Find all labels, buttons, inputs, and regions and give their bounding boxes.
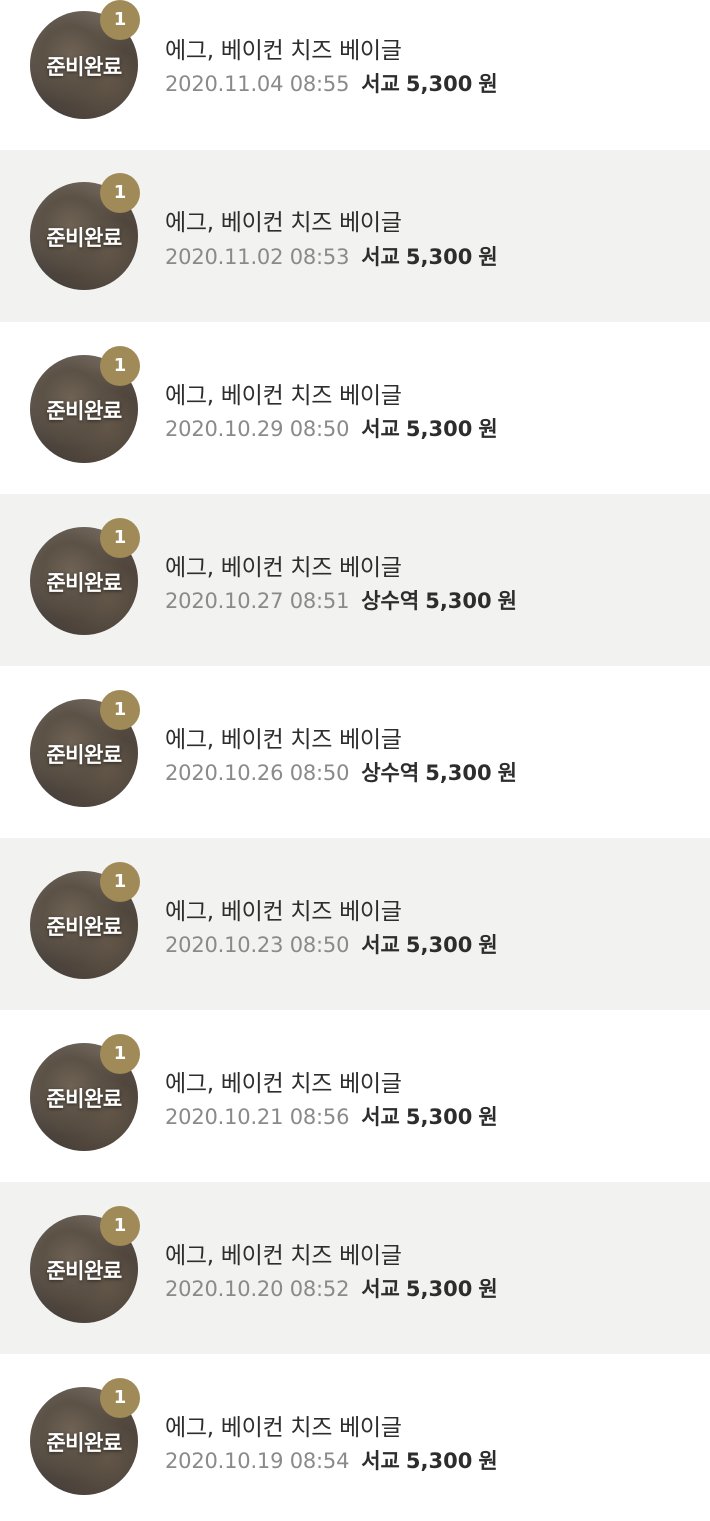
order-status-label: 준비완료: [46, 399, 122, 423]
quantity-badge: 1: [100, 690, 140, 730]
currency-unit: 원: [478, 1277, 498, 1301]
order-row[interactable]: 준비완료 1 에그, 베이컨 치즈 베이글 2020.10.19 08:54 서교…: [0, 1354, 710, 1521]
quantity-badge: 1: [100, 1034, 140, 1074]
order-meta: 2020.10.27 08:51 상수역 5,300 원: [165, 585, 517, 615]
order-datetime: 2020.10.21 08:56: [165, 1105, 350, 1129]
order-row[interactable]: 준비완료 1 에그, 베이컨 치즈 베이글 2020.10.21 08:56 서교…: [0, 1010, 710, 1182]
currency-unit: 원: [497, 589, 517, 613]
currency-unit: 원: [478, 72, 498, 96]
currency-unit: 원: [478, 1449, 498, 1473]
currency-unit: 원: [497, 761, 517, 785]
currency-unit: 원: [478, 933, 498, 957]
order-datetime: 2020.10.19 08:54: [165, 1449, 350, 1473]
store-name: 서교: [361, 933, 400, 957]
order-datetime: 2020.10.27 08:51: [165, 589, 350, 613]
order-price: 5,300: [405, 1277, 473, 1301]
order-datetime: 2020.10.23 08:50: [165, 933, 350, 957]
order-price: 5,300: [405, 245, 473, 269]
order-history-list: 준비완료 1 에그, 베이컨 치즈 베이글 2020.11.04 08:55 서교…: [0, 0, 710, 1521]
order-meta: 2020.10.21 08:56 서교 5,300 원: [165, 1101, 498, 1131]
order-status-label: 준비완료: [46, 571, 122, 595]
order-price: 5,300: [405, 72, 473, 96]
order-meta: 2020.10.20 08:52 서교 5,300 원: [165, 1273, 498, 1303]
order-status-label: 준비완료: [46, 743, 122, 767]
order-price: 5,300: [405, 1105, 473, 1129]
order-row[interactable]: 준비완료 1 에그, 베이컨 치즈 베이글 2020.10.23 08:50 서교…: [0, 838, 710, 1010]
order-status-label: 준비완료: [46, 226, 122, 250]
quantity-badge: 1: [100, 518, 140, 558]
store-name: 서교: [361, 1277, 400, 1301]
item-name: 에그, 베이컨 치즈 베이글: [165, 38, 402, 64]
order-row[interactable]: 준비완료 1 에그, 베이컨 치즈 베이글 2020.10.27 08:51 상수…: [0, 494, 710, 666]
order-meta: 2020.11.02 08:53 서교 5,300 원: [165, 241, 498, 271]
order-meta: 2020.10.26 08:50 상수역 5,300 원: [165, 757, 517, 787]
order-row[interactable]: 준비완료 1 에그, 베이컨 치즈 베이글 2020.10.29 08:50 서교…: [0, 322, 710, 494]
item-name: 에그, 베이컨 치즈 베이글: [165, 210, 402, 236]
store-name: 서교: [361, 72, 400, 96]
currency-unit: 원: [478, 417, 498, 441]
quantity-badge: 1: [100, 173, 140, 213]
order-row[interactable]: 준비완료 1 에그, 베이컨 치즈 베이글 2020.10.26 08:50 상수…: [0, 666, 710, 838]
quantity-badge: 1: [100, 346, 140, 386]
quantity-badge: 1: [100, 1378, 140, 1418]
order-datetime: 2020.11.02 08:53: [165, 245, 350, 269]
order-datetime: 2020.10.20 08:52: [165, 1277, 350, 1301]
order-datetime: 2020.10.29 08:50: [165, 417, 350, 441]
store-name: 서교: [361, 1449, 400, 1473]
order-meta: 2020.10.19 08:54 서교 5,300 원: [165, 1445, 498, 1475]
store-name: 상수역: [361, 589, 420, 613]
order-status-label: 준비완료: [46, 915, 122, 939]
order-meta: 2020.11.04 08:55 서교 5,300 원: [165, 68, 498, 98]
store-name: 상수역: [361, 761, 420, 785]
order-datetime: 2020.11.04 08:55: [165, 72, 350, 96]
quantity-badge: 1: [100, 1206, 140, 1246]
order-status-label: 준비완료: [46, 1259, 122, 1283]
order-row[interactable]: 준비완료 1 에그, 베이컨 치즈 베이글 2020.10.20 08:52 서교…: [0, 1182, 710, 1354]
store-name: 서교: [361, 245, 400, 269]
order-meta: 2020.10.23 08:50 서교 5,300 원: [165, 929, 498, 959]
currency-unit: 원: [478, 1105, 498, 1129]
store-name: 서교: [361, 417, 400, 441]
store-name: 서교: [361, 1105, 400, 1129]
order-price: 5,300: [425, 761, 492, 785]
order-datetime: 2020.10.26 08:50: [165, 761, 350, 785]
item-name: 에그, 베이컨 치즈 베이글: [165, 555, 402, 581]
order-price: 5,300: [405, 1449, 473, 1473]
quantity-badge: 1: [100, 0, 140, 40]
currency-unit: 원: [478, 245, 498, 269]
order-meta: 2020.10.29 08:50 서교 5,300 원: [165, 413, 498, 443]
item-name: 에그, 베이컨 치즈 베이글: [165, 1071, 402, 1097]
item-name: 에그, 베이컨 치즈 베이글: [165, 383, 402, 409]
order-row[interactable]: 준비완료 1 에그, 베이컨 치즈 베이글 2020.11.02 08:53 서교…: [0, 150, 710, 322]
order-price: 5,300: [405, 933, 473, 957]
quantity-badge: 1: [100, 862, 140, 902]
item-name: 에그, 베이컨 치즈 베이글: [165, 727, 402, 753]
order-status-label: 준비완료: [46, 1087, 122, 1111]
order-row[interactable]: 준비완료 1 에그, 베이컨 치즈 베이글 2020.11.04 08:55 서교…: [0, 0, 710, 172]
order-price: 5,300: [405, 417, 473, 441]
order-status-label: 준비완료: [46, 1431, 122, 1455]
item-name: 에그, 베이컨 치즈 베이글: [165, 1243, 402, 1269]
order-price: 5,300: [425, 589, 492, 613]
order-status-label: 준비완료: [46, 55, 122, 79]
item-name: 에그, 베이컨 치즈 베이글: [165, 899, 402, 925]
item-name: 에그, 베이컨 치즈 베이글: [165, 1415, 402, 1441]
